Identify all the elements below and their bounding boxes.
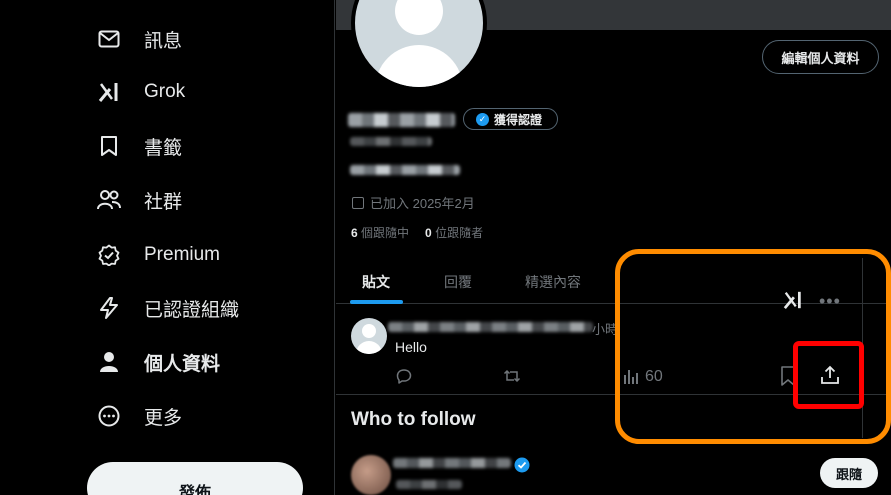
grok-icon — [96, 79, 122, 105]
reply-icon[interactable] — [396, 368, 414, 386]
followers-label: 位跟隨者 — [435, 226, 484, 240]
sidebar: 訊息 Grok 書籤 社群 Premium 已認證組織 個人資料 更多 發佈 — [0, 0, 335, 495]
joined-text: 已加入 2025年2月 — [370, 196, 475, 211]
who-to-follow-title: Who to follow — [351, 409, 476, 430]
sidebar-item-label: Premium — [144, 244, 221, 265]
sidebar-item-label: 社群 — [144, 191, 183, 213]
sidebar-item-label: 個人資料 — [144, 353, 221, 375]
suggested-user-handle-redacted — [396, 480, 462, 489]
avatar-body-shape — [356, 341, 382, 354]
views-value: 60 — [645, 368, 663, 385]
tweet-avatar[interactable] — [351, 318, 387, 354]
calendar-icon — [352, 196, 364, 209]
avatar-head-shape — [362, 324, 376, 338]
sidebar-item-premium[interactable]: Premium — [96, 235, 220, 275]
sidebar-item-communities[interactable]: 社群 — [96, 180, 182, 220]
tab-posts[interactable]: 貼文 — [362, 272, 390, 292]
profile-tabs: 貼文 回覆 精選內容 — [336, 262, 891, 304]
right-panel-divider — [862, 258, 863, 438]
edit-profile-button[interactable]: 編輯個人資料 — [762, 40, 879, 74]
tab-replies[interactable]: 回覆 — [444, 272, 472, 292]
verified-check-icon: ✓ — [476, 112, 489, 126]
follow-button[interactable]: 跟隨 — [820, 458, 878, 488]
more-circle-icon — [96, 403, 122, 429]
lightning-icon — [96, 295, 122, 321]
share-icon[interactable] — [819, 364, 841, 391]
profile-avatar[interactable] — [351, 0, 487, 91]
person-icon — [96, 349, 122, 375]
sidebar-item-bookmarks[interactable]: 書籤 — [96, 126, 182, 166]
tweet[interactable]: 小時 Hello 60 — [336, 305, 891, 395]
sidebar-item-messages[interactable]: 訊息 — [96, 19, 182, 59]
tweet-author-redacted — [388, 322, 593, 332]
handle-redacted — [350, 137, 432, 146]
bio-redacted — [350, 165, 460, 175]
bookmark-icon — [96, 133, 122, 159]
envelope-icon — [96, 26, 122, 52]
sidebar-item-label: 已認證組織 — [144, 299, 240, 321]
sidebar-item-grok[interactable]: Grok — [96, 72, 185, 112]
following-count: 6 — [351, 226, 358, 240]
verified-check-icon — [514, 457, 530, 478]
following-label: 個跟隨中 — [361, 226, 410, 240]
tab-highlights[interactable]: 精選內容 — [525, 272, 581, 292]
display-name-redacted — [348, 113, 455, 127]
sidebar-item-more[interactable]: 更多 — [96, 396, 182, 436]
premium-icon — [96, 242, 122, 268]
views-count[interactable]: 60 — [623, 368, 663, 386]
sidebar-item-label: Grok — [144, 81, 186, 102]
sidebar-item-verified-orgs[interactable]: 已認證組織 — [96, 288, 239, 328]
suggested-user-avatar[interactable] — [351, 455, 391, 495]
avatar-head-shape — [395, 0, 443, 35]
post-button[interactable]: 發佈 — [87, 462, 303, 495]
joined-date: 已加入 2025年2月 — [352, 193, 475, 212]
communities-icon — [96, 187, 122, 213]
suggested-user-name-redacted — [393, 458, 511, 468]
analytics-icon — [624, 370, 638, 384]
sidebar-item-label: 訊息 — [144, 30, 183, 52]
grok-icon[interactable] — [782, 290, 804, 315]
get-verified-button[interactable]: ✓ 獲得認證 — [463, 108, 558, 130]
followers-link[interactable]: 0 位跟隨者 — [425, 224, 483, 241]
sidebar-item-profile[interactable]: 個人資料 — [96, 342, 220, 382]
more-dots-icon[interactable]: ••• — [819, 291, 841, 312]
bookmark-icon[interactable] — [780, 365, 796, 392]
get-verified-label: 獲得認證 — [494, 112, 543, 127]
follow-stats: 6 個跟隨中 0 位跟隨者 — [351, 224, 483, 241]
active-tab-indicator — [350, 300, 403, 304]
sidebar-item-label: 書籤 — [144, 137, 183, 159]
tweet-time[interactable]: 小時 — [592, 319, 618, 338]
tweet-text: Hello — [395, 339, 427, 355]
followers-count: 0 — [425, 226, 432, 240]
avatar-body-shape — [375, 45, 463, 87]
profile-main: 編輯個人資料 ✓ 獲得認證 已加入 2025年2月 6 個跟隨中 0 位跟隨者 … — [336, 0, 891, 495]
following-link[interactable]: 6 個跟隨中 — [351, 224, 409, 241]
repost-icon[interactable] — [503, 368, 521, 386]
sidebar-item-label: 更多 — [144, 407, 183, 429]
